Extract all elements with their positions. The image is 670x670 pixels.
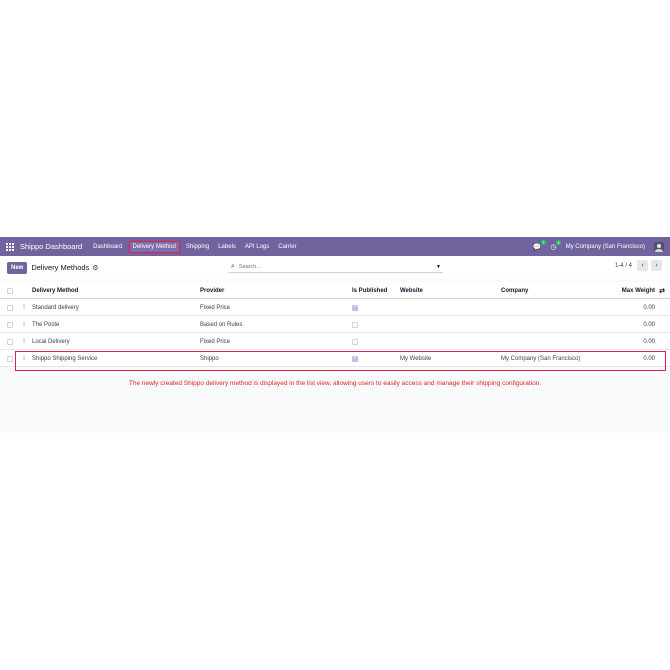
select-all-checkbox[interactable] [7, 287, 13, 294]
new-button[interactable]: New [7, 261, 28, 274]
company-switcher[interactable]: My Company (San Francisco) [566, 244, 645, 250]
table-row[interactable]: ⁞⁞ Standard delivery Fixed Price 0.00 [0, 299, 670, 316]
cell-provider: Fixed Price [200, 304, 231, 311]
table-row[interactable]: ⁞⁞ Local Delivery Fixed Price 0.00 [0, 333, 670, 350]
highlight-box [15, 351, 666, 371]
cell-max-weight: 0.00 [643, 338, 655, 345]
cell-published [352, 299, 358, 316]
header-max-weight[interactable]: Max Weight [622, 282, 655, 299]
row-checkbox[interactable] [7, 304, 13, 311]
nav-item-dashboard[interactable]: Dashboard [90, 241, 125, 253]
published-checkbox [352, 338, 358, 345]
search-bar: ⌕ ▼ [228, 261, 443, 273]
user-avatar[interactable] [654, 241, 664, 252]
nav-item-api-logs[interactable]: API Logs [242, 241, 272, 253]
cell-provider: Fixed Price [200, 338, 231, 345]
row-checkbox-cell[interactable] [7, 299, 13, 316]
select-all-checkbox-cell[interactable] [7, 282, 13, 299]
cell-name: Standard delivery [32, 304, 79, 311]
top-navbar: Shippo Dashboard Dashboard Delivery Meth… [0, 237, 670, 256]
apps-grid-icon[interactable] [6, 242, 14, 251]
row-checkbox-cell[interactable] [7, 333, 13, 350]
cell-name: The Poste [32, 321, 60, 328]
nav-menu: Dashboard Delivery Method Shipping Label… [90, 240, 302, 253]
activity-badge: 4 [556, 239, 561, 245]
drag-handle-icon[interactable]: ⁞⁞ [23, 299, 26, 316]
header-delivery-method[interactable]: Delivery Method [32, 282, 78, 299]
nav-item-carrier[interactable]: Carrier [275, 241, 299, 253]
search-input[interactable] [238, 263, 437, 270]
row-checkbox[interactable] [7, 338, 13, 345]
cell-max-weight: 0.00 [643, 304, 655, 311]
messages-badge: 7 [541, 239, 546, 245]
header-company[interactable]: Company [501, 282, 528, 299]
cell-name: Local Delivery [32, 338, 70, 345]
nav-item-labels[interactable]: Labels [215, 241, 239, 253]
drag-handle-icon[interactable]: ⁞⁞ [23, 316, 26, 333]
header-is-published[interactable]: Is Published [352, 282, 387, 299]
app-brand[interactable]: Shippo Dashboard [20, 242, 82, 251]
nav-item-delivery-method[interactable]: Delivery Method [128, 240, 180, 253]
previous-page-button[interactable]: ‹ [637, 260, 648, 271]
cell-max-weight: 0.00 [643, 321, 655, 328]
cell-provider: Based on Rules [200, 321, 243, 328]
row-checkbox-cell[interactable] [7, 316, 13, 333]
header-provider[interactable]: Provider [200, 282, 224, 299]
cell-published [352, 316, 358, 333]
pager-value[interactable]: 1-4 / 4 [615, 263, 632, 269]
drag-handle-icon[interactable]: ⁞⁞ [23, 333, 26, 350]
cell-published [352, 333, 358, 350]
row-checkbox-cell[interactable] [7, 350, 13, 367]
page-title: Delivery Methods [31, 263, 90, 272]
navbar-systray: 💬 7 ◷ 4 My Company (San Francisco) [533, 239, 664, 252]
activity-clock-icon[interactable]: ◷ 4 [551, 239, 561, 251]
pager: 1-4 / 4 ‹ › [615, 260, 662, 271]
chat-icon[interactable]: 💬 7 [533, 239, 546, 251]
caret-down-icon[interactable]: ▼ [436, 264, 441, 270]
gear-icon[interactable]: ⚙ [92, 264, 98, 272]
search-icon[interactable]: ⌕ [231, 263, 235, 271]
nav-item-shipping[interactable]: Shipping [183, 241, 212, 253]
optional-columns-icon[interactable]: ⇄ [659, 282, 665, 299]
next-page-button[interactable]: › [651, 260, 662, 271]
table-row[interactable]: ⁞⁞ The Poste Based on Rules 0.00 [0, 316, 670, 333]
app-window: Shippo Dashboard Dashboard Delivery Meth… [0, 237, 670, 433]
header-website[interactable]: Website [400, 282, 423, 299]
table-header-row: Delivery Method Provider Is Published We… [0, 282, 670, 299]
row-checkbox[interactable] [7, 355, 13, 362]
published-checkbox [352, 304, 358, 311]
published-checkbox [352, 321, 358, 328]
annotation-text: The newly created Shippo delivery method… [128, 380, 542, 387]
row-checkbox[interactable] [7, 321, 13, 328]
